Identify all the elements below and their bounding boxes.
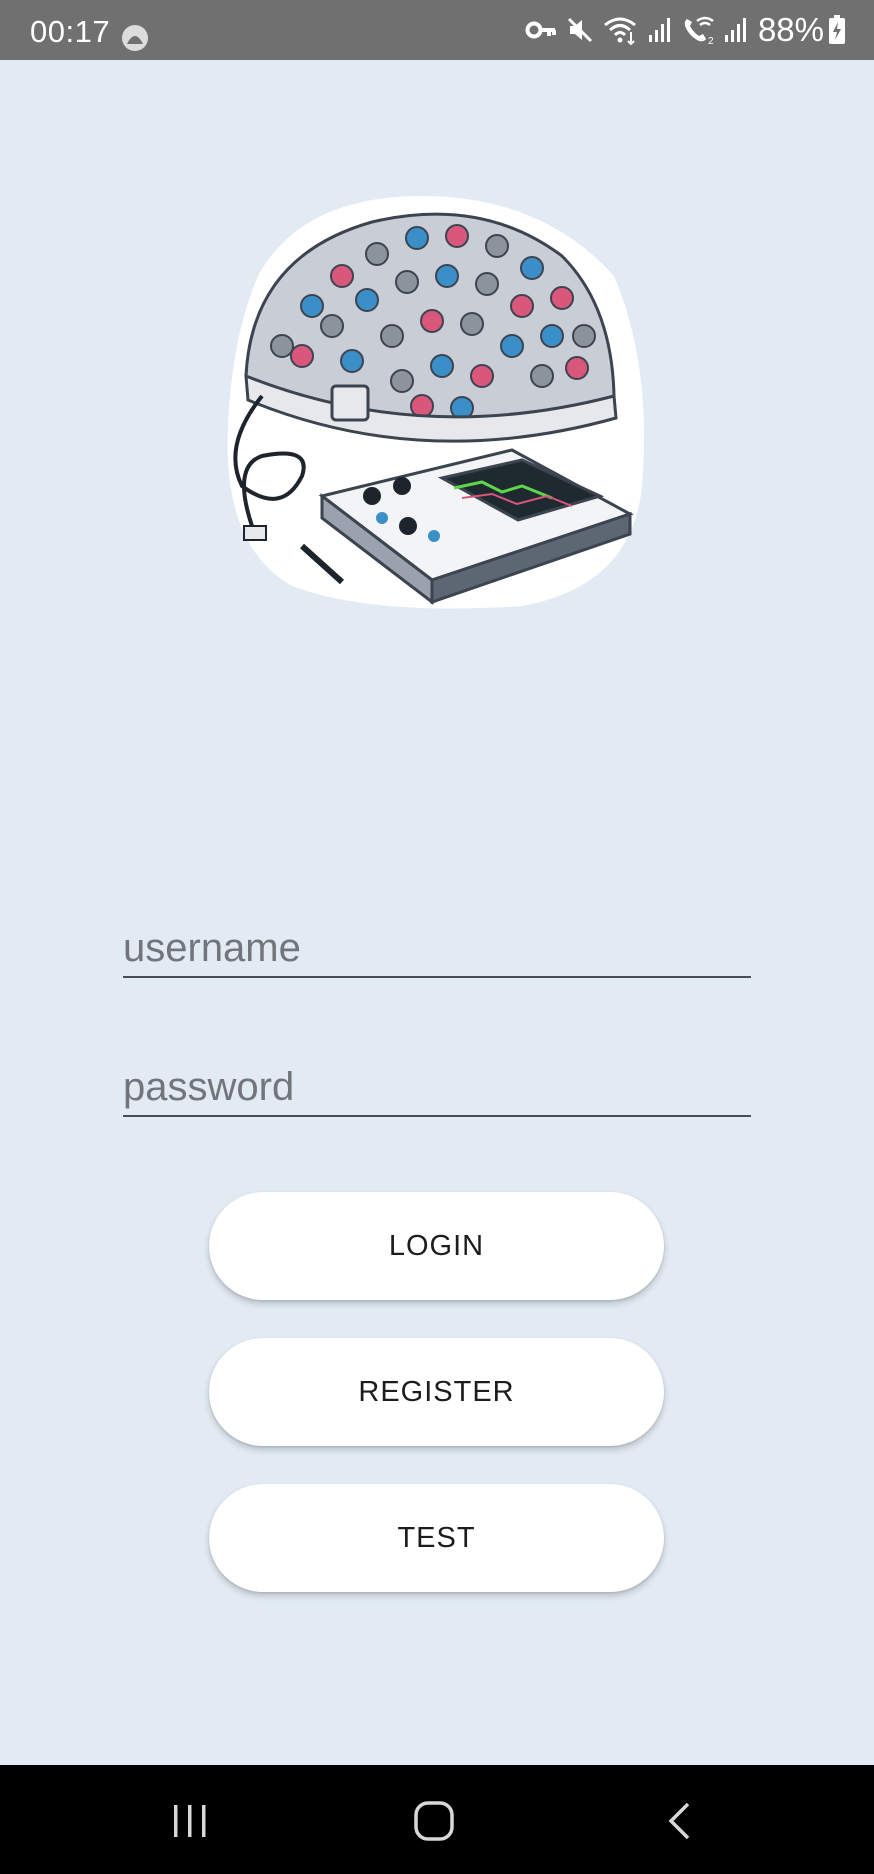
back-icon[interactable] (664, 1801, 694, 1841)
battery-percent: 88% (757, 11, 824, 48)
eeg-headset-illustration (227, 196, 645, 609)
svg-text:2: 2 (708, 36, 714, 45)
test-button[interactable]: TEST (209, 1484, 664, 1592)
username-field[interactable] (123, 920, 751, 978)
username-input[interactable] (123, 920, 751, 976)
mute-icon (567, 17, 592, 43)
vpn-key-icon (525, 21, 556, 39)
login-button[interactable]: LOGIN (209, 1192, 664, 1300)
signal-icon (724, 18, 746, 42)
status-icons: 2 88% (516, 11, 846, 48)
navigation-bar (0, 1765, 874, 1874)
password-input[interactable] (123, 1059, 751, 1115)
status-time: 00:17 (30, 14, 111, 49)
signal-icon (648, 18, 670, 42)
status-bar: 00:17 2 88% (0, 0, 874, 60)
password-field[interactable] (123, 1059, 751, 1117)
wifi-icon (604, 17, 636, 45)
register-button[interactable]: REGISTER (209, 1338, 664, 1446)
wifi-calling-icon: 2 (684, 16, 714, 45)
recent-apps-icon[interactable] (170, 1803, 210, 1839)
app-notification-icon (122, 25, 148, 51)
battery-charging-icon (829, 15, 845, 44)
home-icon[interactable] (412, 1799, 456, 1843)
